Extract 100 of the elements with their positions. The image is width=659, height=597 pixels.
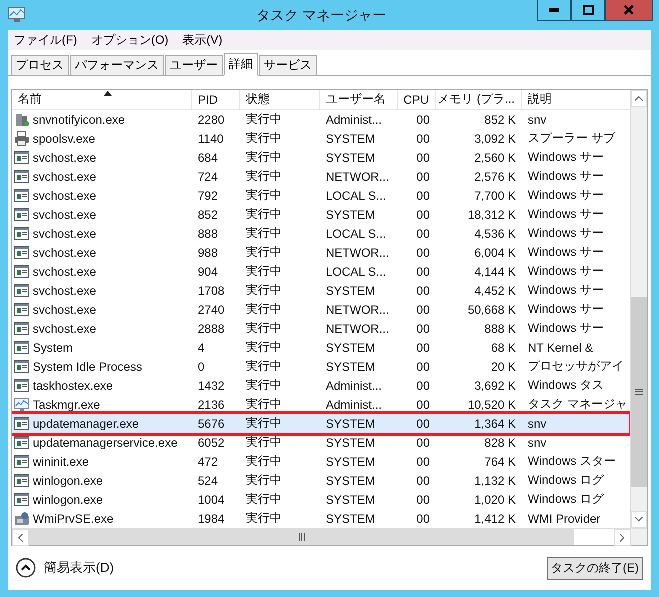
table-cell-text: スプーラー サブ — [527, 130, 616, 147]
table-cell-text: 00 — [416, 130, 431, 148]
scroll-up-button[interactable] — [631, 90, 647, 107]
table-cell-text: SYSTEM — [325, 472, 376, 490]
table-cell-text: Windows サー — [527, 320, 606, 337]
window-icon — [14, 264, 30, 280]
column-header[interactable]: ユーザー名 — [320, 90, 398, 109]
process-row[interactable]: winlogon.exe 524 実行中 SYSTEM 00 1,132 K Windows ログ — [12, 471, 630, 490]
table-cell: System Idle Process — [33, 360, 142, 374]
table-cell: svchost.exe — [33, 208, 96, 222]
scroll-right-button[interactable] — [614, 529, 631, 546]
minimize-icon — [549, 8, 559, 12]
column-header[interactable]: CPU — [398, 90, 436, 109]
tab[interactable]: サービス — [259, 55, 317, 75]
process-row[interactable]: Taskmgr.exe 2136 実行中 Administ... 00 10,520 K タスク マネージャ — [12, 395, 630, 414]
table-cell-text: SYSTEM — [325, 434, 376, 452]
scroll-down-button[interactable] — [631, 511, 647, 528]
table-cell-text: 2,560 K — [474, 150, 517, 166]
table-cell-text: 2136 — [197, 396, 226, 414]
process-row[interactable]: taskhostex.exe 1432 実行中 Administ... 00 3,692 K Windows タス — [12, 376, 630, 395]
process-row[interactable]: wininit.exe 472 実行中 SYSTEM 00 764 K Windows スター — [12, 452, 630, 471]
process-row[interactable]: spoolsv.exe 1140 実行中 SYSTEM 00 3,092 K スプーラー サブ — [12, 129, 630, 148]
process-row[interactable]: svchost.exe 2740 実行中 NETWOR... 00 50,668 K Windows サー — [12, 300, 630, 319]
end-task-button[interactable]: タスクの終了(E) — [547, 556, 643, 580]
process-row[interactable]: svchost.exe 792 実行中 LOCAL S... 00 7,700 K Windows サー — [12, 186, 630, 205]
process-row[interactable]: svchost.exe 888 実行中 LOCAL S... 00 4,536 K Windows サー — [12, 224, 630, 243]
table-cell-text: 472 — [197, 454, 220, 470]
menu-item[interactable]: ファイル(F) — [14, 32, 78, 48]
table-cell-text: LOCAL S... — [325, 264, 388, 280]
table-cell-text: 764 K — [484, 454, 517, 470]
chevron-down-icon — [635, 517, 644, 522]
process-row[interactable]: svchost.exe 904 実行中 LOCAL S... 00 4,144 K Windows サー — [12, 262, 630, 281]
table-cell-text: 1,364 K — [474, 416, 517, 432]
table-cell-text: 00 — [416, 472, 431, 490]
window-icon — [14, 282, 30, 298]
table-cell-text: 6,004 K — [474, 244, 517, 262]
table-cell-text: 1,412 K — [474, 510, 517, 528]
table-cell-text: 00 — [416, 264, 431, 280]
table-cell-text: 実行中 — [245, 244, 283, 261]
menu-item[interactable]: オプション(O) — [91, 32, 169, 48]
table-cell-text: Windows スター — [527, 453, 618, 470]
table-cell: wininit.exe — [33, 454, 90, 468]
table-cell-text: Windows サー — [527, 225, 606, 242]
table-cell-text: 実行中 — [245, 491, 283, 508]
table-cell-text: snv — [527, 434, 548, 452]
table-cell-text: NETWOR... — [325, 168, 390, 186]
fewer-details-toggle[interactable]: 簡易表示(D) — [16, 558, 114, 578]
table-cell-text: SYSTEM — [325, 492, 376, 508]
menu-item[interactable]: 表示(V) — [182, 32, 223, 48]
table-cell-text: NETWOR... — [325, 302, 390, 318]
table-cell-text: NETWOR... — [325, 244, 390, 262]
table-cell: svchost.exe — [33, 150, 96, 164]
table-cell-text: 実行中 — [245, 358, 283, 375]
process-row[interactable]: svchost.exe 2888 実行中 NETWOR... 00 888 K Windows サー — [12, 319, 630, 338]
table-cell-text: 実行中 — [245, 415, 283, 432]
table-cell-text: 68 K — [490, 340, 517, 356]
table-cell-text: 実行中 — [245, 301, 283, 318]
column-header[interactable]: 状態 — [240, 90, 320, 109]
process-row[interactable]: System 4 実行中 SYSTEM 00 68 K NT Kernel & — [12, 338, 630, 357]
window-icon — [14, 416, 30, 432]
table-cell-text: 852 K — [484, 112, 517, 128]
table-cell-text: 実行中 — [245, 396, 283, 413]
table-cell-text: 実行中 — [245, 111, 283, 128]
scrollbar-thumb[interactable] — [631, 297, 647, 487]
scroll-left-button[interactable] — [12, 529, 29, 546]
column-header[interactable]: 名前 — [12, 90, 192, 109]
table-cell-text: Windows サー — [527, 282, 606, 299]
table-cell: winlogon.exe — [33, 474, 104, 488]
process-row[interactable]: svchost.exe 684 実行中 SYSTEM 00 2,560 K Windows サー — [12, 148, 630, 167]
process-row[interactable]: svchost.exe 724 実行中 NETWOR... 00 2,576 K Windows サー — [12, 167, 630, 186]
window-icon — [14, 188, 30, 204]
table-cell-text: SYSTEM — [325, 454, 376, 470]
table-cell-text: Windows タス — [527, 377, 606, 394]
chart-monitor-icon — [14, 396, 30, 412]
table-cell-text: 実行中 — [245, 282, 283, 299]
process-row[interactable]: snvnotifyicon.exe 2280 実行中 Administ... 00 852 K snv — [12, 110, 630, 129]
process-row[interactable]: updatemanager.exe 5676 実行中 SYSTEM 00 1,364 K snv — [12, 414, 630, 433]
table-cell-text: 00 — [416, 492, 431, 508]
tab[interactable]: プロセス — [11, 55, 69, 75]
table-cell-text: 2280 — [197, 112, 226, 128]
table-cell-text: LOCAL S... — [325, 226, 388, 242]
process-row[interactable]: WmiPrvSE.exe 1984 実行中 SYSTEM 00 1,412 K WMI Provider — [12, 509, 630, 528]
column-header[interactable]: PID — [192, 90, 240, 109]
table-cell-text: 988 — [197, 244, 220, 262]
process-row[interactable]: winlogon.exe 1004 実行中 SYSTEM 00 1,020 K Windows ログ — [12, 490, 630, 509]
minimize-button[interactable] — [537, 0, 571, 21]
table-cell-text: 792 — [197, 188, 220, 204]
process-row[interactable]: svchost.exe 1708 実行中 SYSTEM 00 4,452 K Windows サー — [12, 281, 630, 300]
scrollbar-thumb[interactable] — [29, 529, 574, 545]
process-row[interactable]: updatemanagerservice.exe 6052 実行中 SYSTEM 00 828 K snv — [12, 433, 630, 452]
column-header[interactable]: メモリ (プラ... — [436, 90, 522, 109]
table-cell-text: 4,144 K — [474, 264, 517, 280]
tab[interactable]: ユーザー — [165, 55, 223, 75]
table-cell-text: 888 — [197, 226, 220, 242]
process-row[interactable]: System Idle Process 0 実行中 SYSTEM 00 20 K プロセッサがアイ — [12, 357, 630, 376]
process-row[interactable]: svchost.exe 852 実行中 SYSTEM 00 18,312 K Windows サー — [12, 205, 630, 224]
close-button[interactable] — [605, 0, 653, 21]
tab[interactable]: パフォーマンス — [70, 55, 164, 75]
process-row[interactable]: svchost.exe 988 実行中 NETWOR... 00 6,004 K Windows サー — [12, 243, 630, 262]
tab[interactable]: 詳細 — [224, 53, 258, 76]
